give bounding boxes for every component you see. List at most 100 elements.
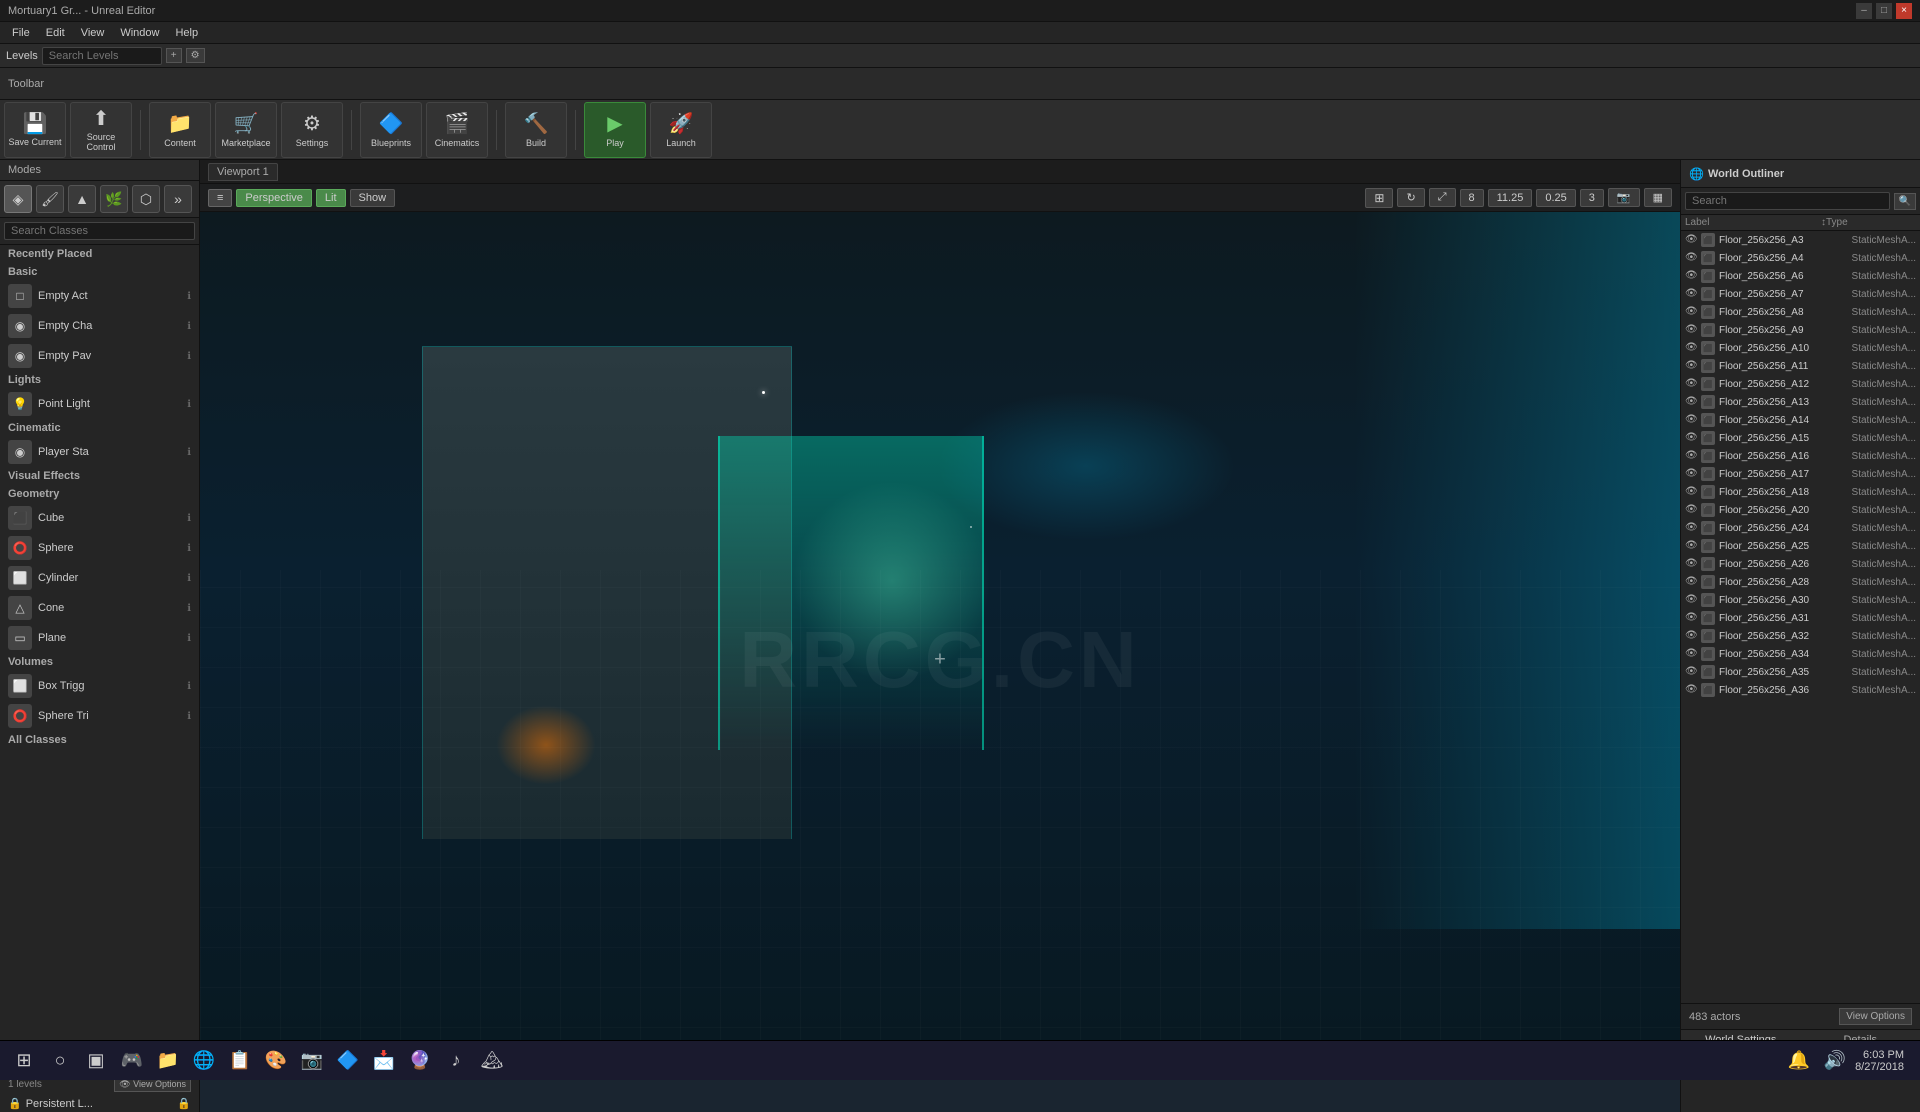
- outliner-item[interactable]: 👁 ⬛ Floor_256x256_A20 StaticMeshA...: [1681, 501, 1920, 519]
- search-classes-input[interactable]: [4, 222, 195, 240]
- cinematics-button[interactable]: 🎬 Cinematics: [426, 102, 488, 158]
- paint-mode-button[interactable]: 🖌: [36, 185, 64, 213]
- outliner-item[interactable]: 👁 ⬛ Floor_256x256_A35 StaticMeshA...: [1681, 663, 1920, 681]
- geometry-mode-button[interactable]: ⬡: [132, 185, 160, 213]
- list-item[interactable]: ⭕ Sphere Tri ℹ: [0, 701, 199, 731]
- outliner-item[interactable]: 👁 ⬛ Floor_256x256_A8 StaticMeshA...: [1681, 303, 1920, 321]
- outliner-item[interactable]: 👁 ⬛ Floor_256x256_A13 StaticMeshA...: [1681, 393, 1920, 411]
- levels-options-button[interactable]: ⚙: [186, 48, 205, 63]
- outliner-item[interactable]: 👁 ⬛ Floor_256x256_A34 StaticMeshA...: [1681, 645, 1920, 663]
- outliner-item[interactable]: 👁 ⬛ Floor_256x256_A24 StaticMeshA...: [1681, 519, 1920, 537]
- list-item[interactable]: ⬜ Cylinder ℹ: [0, 563, 199, 593]
- taskbar-mail[interactable]: 📩: [368, 1045, 400, 1077]
- category-basic[interactable]: Basic: [0, 263, 199, 281]
- category-visual-effects[interactable]: Visual Effects: [0, 467, 199, 485]
- outliner-item[interactable]: 👁 ⬛ Floor_256x256_A14 StaticMeshA...: [1681, 411, 1920, 429]
- play-button[interactable]: ▶ Play: [584, 102, 646, 158]
- source-control-button[interactable]: ⬆ Source Control: [70, 102, 132, 158]
- search-button[interactable]: ○: [44, 1045, 76, 1077]
- list-item[interactable]: ◉ Player Sta ℹ: [0, 437, 199, 467]
- category-all-classes[interactable]: All Classes: [0, 731, 199, 749]
- category-volumes[interactable]: Volumes: [0, 653, 199, 671]
- outliner-item[interactable]: 👁 ⬛ Floor_256x256_A3 StaticMeshA...: [1681, 231, 1920, 249]
- vp-perspective-button[interactable]: Perspective: [236, 189, 311, 207]
- viewport-tab[interactable]: Viewport 1: [208, 163, 278, 181]
- vp-value-025[interactable]: 0.25: [1536, 189, 1575, 207]
- menu-help[interactable]: Help: [167, 22, 206, 43]
- menu-file[interactable]: File: [4, 22, 38, 43]
- taskbar-explorer[interactable]: 📁: [152, 1045, 184, 1077]
- levels-add-button[interactable]: +: [166, 48, 182, 63]
- outliner-item[interactable]: 👁 ⬛ Floor_256x256_A10 StaticMeshA...: [1681, 339, 1920, 357]
- minimize-button[interactable]: –: [1856, 3, 1872, 19]
- taskbar-app[interactable]: 🔮: [404, 1045, 436, 1077]
- outliner-item[interactable]: 👁 ⬛ Floor_256x256_A7 StaticMeshA...: [1681, 285, 1920, 303]
- category-lights[interactable]: Lights: [0, 371, 199, 389]
- viewport[interactable]: Viewport 1 ≡ Perspective Lit Show ⊞ ↻ ⤢ …: [200, 160, 1680, 1112]
- vp-camera-button[interactable]: 📷: [1608, 188, 1640, 207]
- vp-mode-wireframe-button[interactable]: ≡: [208, 189, 232, 207]
- place-mode-button[interactable]: ◈: [4, 185, 32, 213]
- list-item[interactable]: ⬛ Cube ℹ: [0, 503, 199, 533]
- foliage-mode-button[interactable]: 🌿: [100, 185, 128, 213]
- outliner-item[interactable]: 👁 ⬛ Floor_256x256_A28 StaticMeshA...: [1681, 573, 1920, 591]
- save-current-button[interactable]: 💾 Save Current: [4, 102, 66, 158]
- vp-show-button[interactable]: Show: [350, 189, 396, 207]
- taskbar-ue4[interactable]: 🎮: [116, 1045, 148, 1077]
- outliner-item[interactable]: 👁 ⬛ Floor_256x256_A4 StaticMeshA...: [1681, 249, 1920, 267]
- outliner-item[interactable]: 👁 ⬛ Floor_256x256_A25 StaticMeshA...: [1681, 537, 1920, 555]
- taskbar-files[interactable]: 📋: [224, 1045, 256, 1077]
- list-item[interactable]: □ Empty Act ℹ: [0, 281, 199, 311]
- task-view-button[interactable]: ▣: [80, 1045, 112, 1077]
- outliner-search-input[interactable]: [1685, 192, 1890, 210]
- taskbar-music[interactable]: ♪: [440, 1045, 472, 1077]
- blueprints-button[interactable]: 🔷 Blueprints: [360, 102, 422, 158]
- more-modes-button[interactable]: »: [164, 185, 192, 213]
- maximize-button[interactable]: □: [1876, 3, 1892, 19]
- outliner-item[interactable]: 👁 ⬛ Floor_256x256_A12 StaticMeshA...: [1681, 375, 1920, 393]
- build-button[interactable]: 🔨 Build: [505, 102, 567, 158]
- close-button[interactable]: ×: [1896, 3, 1912, 19]
- taskbar-3ds[interactable]: 🔷: [332, 1045, 364, 1077]
- list-item[interactable]: ◉ Empty Cha ℹ: [0, 311, 199, 341]
- settings-button[interactable]: ⚙ Settings: [281, 102, 343, 158]
- vp-value-8[interactable]: 8: [1460, 189, 1484, 207]
- start-button[interactable]: ⊞: [8, 1045, 40, 1077]
- list-item[interactable]: ▭ Plane ℹ: [0, 623, 199, 653]
- vp-scale-snap-button[interactable]: ⤢: [1429, 188, 1456, 207]
- vp-rotation-snap-button[interactable]: ↻: [1397, 188, 1424, 207]
- marketplace-button[interactable]: 🛒 Marketplace: [215, 102, 277, 158]
- taskbar-chrome[interactable]: 🌐: [188, 1045, 220, 1077]
- taskbar-ps[interactable]: 🎨: [260, 1045, 292, 1077]
- category-geometry[interactable]: Geometry: [0, 485, 199, 503]
- vp-grid-snap-button[interactable]: ⊞: [1365, 188, 1393, 208]
- search-levels-input[interactable]: [42, 47, 162, 65]
- vp-layout-button[interactable]: ▦: [1644, 188, 1672, 207]
- list-item[interactable]: ⬜ Box Trigg ℹ: [0, 671, 199, 701]
- outliner-item[interactable]: 👁 ⬛ Floor_256x256_A11 StaticMeshA...: [1681, 357, 1920, 375]
- list-item[interactable]: 💡 Point Light ℹ: [0, 389, 199, 419]
- taskbar-volume[interactable]: 🔊: [1819, 1045, 1851, 1077]
- outliner-item[interactable]: 👁 ⬛ Floor_256x256_A16 StaticMeshA...: [1681, 447, 1920, 465]
- outliner-item[interactable]: 👁 ⬛ Floor_256x256_A9 StaticMeshA...: [1681, 321, 1920, 339]
- outliner-item[interactable]: 👁 ⬛ Floor_256x256_A26 StaticMeshA...: [1681, 555, 1920, 573]
- menu-window[interactable]: Window: [112, 22, 167, 43]
- taskbar-ue-engine[interactable]: 🏔: [476, 1045, 508, 1077]
- viewport-content[interactable]: ≡ Perspective Lit Show ⊞ ↻ ⤢ 8 11.25 0.2…: [200, 184, 1680, 1080]
- category-recently-placed[interactable]: Recently Placed: [0, 245, 199, 263]
- list-item[interactable]: △ Cone ℹ: [0, 593, 199, 623]
- outliner-item[interactable]: 👁 ⬛ Floor_256x256_A32 StaticMeshA...: [1681, 627, 1920, 645]
- viewport-3d[interactable]: RRCG.CN +: [200, 212, 1680, 1080]
- category-cinematic[interactable]: Cinematic: [0, 419, 199, 437]
- outliner-item[interactable]: 👁 ⬛ Floor_256x256_A36 StaticMeshA...: [1681, 681, 1920, 699]
- outliner-item[interactable]: 👁 ⬛ Floor_256x256_A6 StaticMeshA...: [1681, 267, 1920, 285]
- content-button[interactable]: 📁 Content: [149, 102, 211, 158]
- taskbar-notification[interactable]: 🔔: [1783, 1045, 1815, 1077]
- outliner-item[interactable]: 👁 ⬛ Floor_256x256_A17 StaticMeshA...: [1681, 465, 1920, 483]
- outliner-item[interactable]: 👁 ⬛ Floor_256x256_A18 StaticMeshA...: [1681, 483, 1920, 501]
- outliner-item[interactable]: 👁 ⬛ Floor_256x256_A30 StaticMeshA...: [1681, 591, 1920, 609]
- vp-lit-button[interactable]: Lit: [316, 189, 346, 207]
- taskbar-camera[interactable]: 📷: [296, 1045, 328, 1077]
- menu-edit[interactable]: Edit: [38, 22, 73, 43]
- vp-value-3[interactable]: 3: [1580, 189, 1604, 207]
